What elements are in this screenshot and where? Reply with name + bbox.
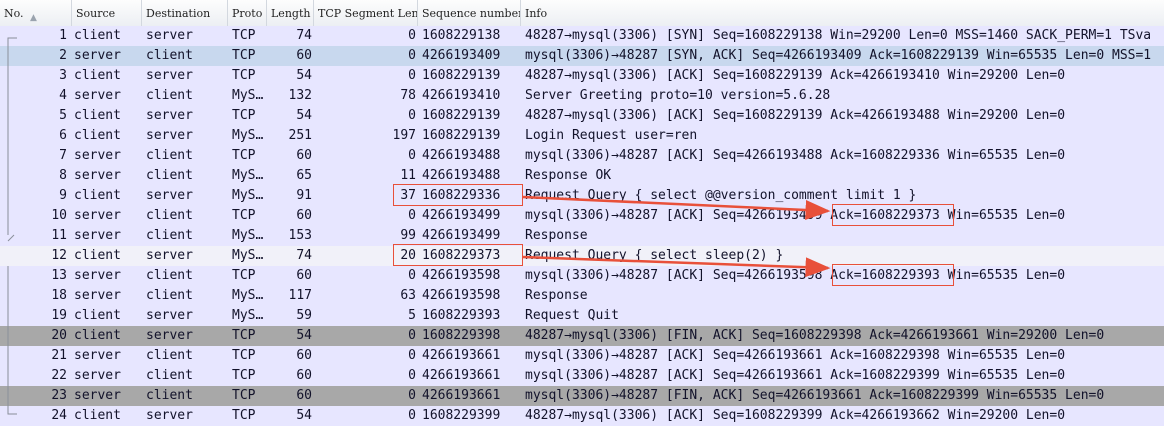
annotation-arrow-1 [522, 195, 831, 220]
annotation-arrows [522, 195, 831, 278]
annotation-arrow-2 [522, 255, 831, 278]
